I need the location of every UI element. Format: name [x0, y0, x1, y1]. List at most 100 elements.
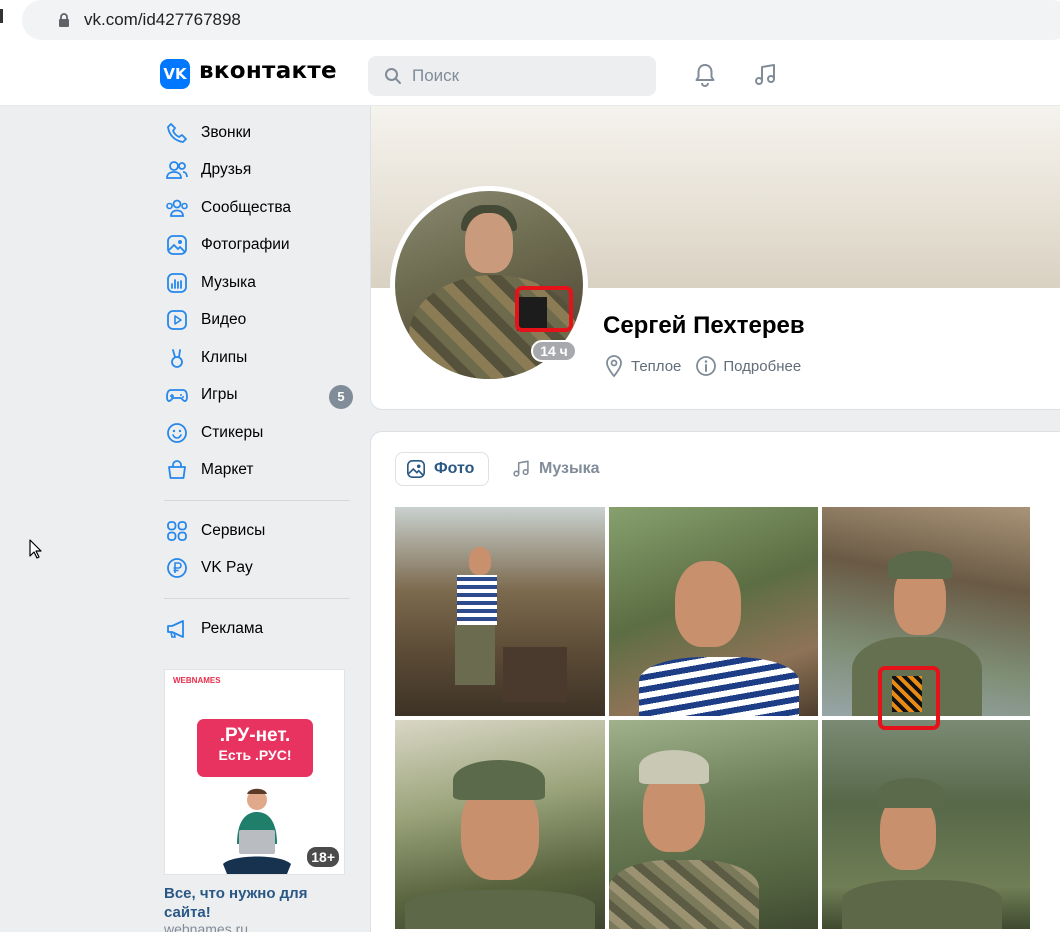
tab-photos[interactable]: Фото [395, 452, 489, 486]
sidebar-item-market[interactable]: Маркет [160, 452, 360, 490]
photo-icon [407, 460, 425, 478]
details-link[interactable]: Подробнее [723, 358, 801, 375]
photo-uniform [405, 890, 595, 929]
ad-subheadline: Есть .РУС! [218, 747, 292, 763]
music-icon [513, 460, 529, 477]
sidebar-item-vkpay[interactable]: VK Pay [160, 550, 360, 588]
photo-stove [503, 647, 567, 702]
sidebar-divider [164, 598, 350, 599]
lock-icon [59, 13, 69, 27]
video-icon [165, 308, 189, 332]
vkpay-icon [165, 556, 189, 580]
location-text: Теплое [631, 357, 682, 375]
info-icon [696, 356, 717, 376]
age-rating-badge: 18+ [307, 847, 339, 867]
stickers-icon [165, 421, 189, 445]
details-item[interactable]: Подробнее [695, 355, 801, 377]
photo-thumbnail[interactable] [609, 720, 818, 929]
browser-address-bar: vk.com/id427767898 [0, 0, 1060, 42]
sidebar-item-clips[interactable]: Клипы [160, 339, 360, 377]
location-item[interactable]: Теплое [603, 354, 681, 378]
sidebar-item-label: Друзья [201, 161, 252, 179]
ad-person-illustration [223, 788, 291, 874]
sidebar-item-label: VK Pay [201, 559, 253, 577]
music-icon[interactable] [752, 62, 778, 88]
sidebar-item-label: Стикеры [201, 423, 264, 441]
ad-title-link[interactable]: Все, что нужно для сайта! [164, 884, 354, 922]
services-icon [165, 519, 189, 543]
vk-logo-icon[interactable]: VK [160, 59, 190, 89]
window-edge [0, 9, 3, 23]
vk-header: VK вконтакте [0, 42, 1060, 106]
search-box[interactable] [368, 56, 656, 96]
sidebar-item-photos[interactable]: Фотографии [160, 227, 360, 265]
vk-logo-text[interactable]: вконтакте [199, 58, 337, 84]
tab-music-label: Музыка [539, 460, 600, 477]
sidebar-item-music[interactable]: Музыка [160, 264, 360, 302]
sidebar-item-label: Реклама [201, 619, 264, 637]
sidebar-item-label: Сообщества [201, 198, 292, 216]
search-icon [385, 68, 401, 84]
music-icon [165, 271, 189, 295]
sidebar-item-communities[interactable]: Сообщества [160, 189, 360, 227]
phone-icon [165, 121, 189, 145]
ad-banner[interactable]: WEBNAMES .РУ-нет. Есть .РУС! 18+ [164, 669, 345, 875]
search-input[interactable] [412, 56, 642, 96]
media-block: Фото Музыка [370, 431, 1060, 932]
tab-photos-label: Фото [434, 460, 475, 477]
sidebar-divider [164, 500, 350, 501]
sidebar-item-games[interactable]: Игры 5 [160, 377, 360, 415]
profile-info-row: Теплое Подробнее [603, 354, 815, 378]
sidebar-item-label: Звонки [201, 123, 252, 141]
url-text[interactable]: vk.com/id427767898 [84, 10, 241, 30]
games-icon [165, 383, 189, 407]
sidebar-item-label: Игры [201, 386, 238, 404]
left-sidebar: Звонки Друзья Сообщества Фотографии Музы… [160, 114, 360, 648]
location-pin-icon [606, 355, 622, 378]
url-bar[interactable]: vk.com/id427767898 [22, 0, 1060, 40]
sidebar-item-label: Клипы [201, 348, 248, 366]
tab-music[interactable]: Музыка [501, 452, 610, 486]
sidebar-item-video[interactable]: Видео [160, 302, 360, 340]
photo-striped-shirt [639, 657, 799, 716]
photo-thumbnail[interactable] [395, 720, 605, 929]
bell-icon[interactable] [692, 62, 718, 88]
photo-striped-shirt [457, 575, 497, 625]
sidebar-item-stickers[interactable]: Стикеры [160, 414, 360, 452]
photo-cap [878, 778, 944, 808]
sidebar-item-label: Сервисы [201, 521, 266, 539]
photo-camo-pants [455, 625, 495, 685]
photo-thumbnail[interactable] [609, 507, 818, 716]
photo-cap [639, 750, 709, 784]
photo-cap [453, 760, 545, 800]
last-seen-badge: 14 ч [531, 340, 577, 362]
avatar-patch-highlight [515, 286, 573, 332]
sidebar-item-label: Фотографии [201, 236, 290, 254]
ad-domain[interactable]: webnames.ru [164, 921, 248, 932]
photo-uniform [609, 860, 759, 929]
friends-icon [165, 158, 189, 182]
photo-cap [888, 551, 952, 579]
photo-ribbon [892, 676, 922, 712]
profile-name: Сергей Пехтерев [603, 312, 805, 339]
sidebar-item-label: Видео [201, 311, 247, 329]
sidebar-item-services[interactable]: Сервисы [160, 512, 360, 550]
ad-brand: WEBNAMES [173, 676, 221, 685]
games-count-badge: 5 [329, 384, 353, 409]
photos-icon [165, 233, 189, 257]
photo-uniform [842, 880, 1002, 929]
sidebar-item-friends[interactable]: Друзья [160, 152, 360, 190]
mouse-cursor-icon [29, 539, 42, 559]
market-icon [165, 458, 189, 482]
sidebar-item-label: Музыка [201, 273, 256, 291]
sidebar-item-ads[interactable]: Реклама [160, 610, 360, 648]
ad-headline: .РУ-нет. [219, 725, 291, 746]
ad-speech-bubble: .РУ-нет. Есть .РУС! [197, 719, 313, 777]
photo-thumbnail[interactable] [822, 720, 1030, 929]
sidebar-item-calls[interactable]: Звонки [160, 114, 360, 152]
photo-person-face [675, 561, 741, 647]
photo-thumbnail[interactable] [395, 507, 605, 716]
communities-icon [165, 196, 189, 220]
sidebar-item-label: Маркет [201, 461, 254, 479]
photo-person-face [469, 547, 491, 575]
